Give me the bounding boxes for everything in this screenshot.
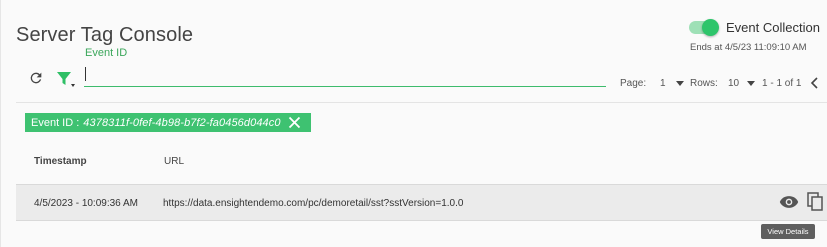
filter-chip-value: 4378311f-0fef-4b98-b7f2-fa0456d044c0 <box>83 116 281 129</box>
rows-label: Rows: <box>690 78 718 89</box>
range-text: 1 - 1 of 1 <box>762 78 802 89</box>
close-icon[interactable] <box>288 116 301 129</box>
toggle-thumb <box>702 19 719 36</box>
toolbar-divider <box>16 102 827 103</box>
text-cursor <box>85 67 86 81</box>
filter-chip-key: Event ID : <box>31 116 80 129</box>
rows-value[interactable]: 10 <box>728 78 739 89</box>
event-collection-label: Event Collection <box>726 19 820 35</box>
filter-icon[interactable] <box>56 71 78 89</box>
filter-chip: Event ID : 4378311f-0fef-4b98-b7f2-fa045… <box>25 113 311 132</box>
column-header-timestamp[interactable]: Timestamp <box>34 156 87 167</box>
event-collection-control: Event Collection <box>689 19 820 36</box>
search-field-label: Event ID <box>85 47 128 59</box>
ends-at-text: Ends at 4/5/23 11:09:10 AM <box>690 42 807 53</box>
row-url: https://data.ensightendemo.com/pc/demore… <box>163 198 464 209</box>
page-dropdown-caret[interactable] <box>676 81 684 86</box>
copy-icon[interactable] <box>807 192 824 211</box>
refresh-icon[interactable] <box>28 70 44 86</box>
page-value[interactable]: 1 <box>660 78 666 89</box>
row-timestamp: 4/5/2023 - 10:09:36 AM <box>34 198 138 209</box>
column-header-url[interactable]: URL <box>164 156 184 167</box>
event-id-search-input[interactable] <box>84 65 606 87</box>
chevron-left-icon[interactable] <box>810 77 820 89</box>
eye-icon[interactable] <box>779 194 799 210</box>
event-collection-toggle[interactable] <box>689 19 719 36</box>
page-label: Page: <box>620 78 647 89</box>
rows-dropdown-caret[interactable] <box>747 81 755 86</box>
view-details-tooltip: View Details <box>761 224 815 239</box>
page-title: Server Tag Console <box>16 24 194 46</box>
